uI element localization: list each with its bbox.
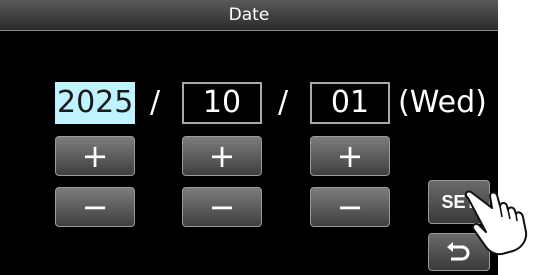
date-separator: / xyxy=(150,85,161,120)
screen-title: Date xyxy=(0,0,498,31)
year-field[interactable]: 2025 xyxy=(55,82,135,124)
month-field[interactable]: 10 xyxy=(182,82,262,124)
year-increment-button[interactable]: + xyxy=(55,136,135,176)
month-increment-button[interactable]: + xyxy=(182,136,262,176)
year-decrement-button[interactable]: − xyxy=(55,187,135,227)
date-separator: / xyxy=(278,85,289,120)
day-decrement-button[interactable]: − xyxy=(310,187,390,227)
day-field[interactable]: 01 xyxy=(310,82,390,124)
tapping-hand-icon xyxy=(464,190,528,256)
date-setting-screen: Date 2025 / 10 / 01 (Wed) + + + − − − SE… xyxy=(0,0,498,275)
month-decrement-button[interactable]: − xyxy=(182,187,262,227)
day-increment-button[interactable]: + xyxy=(310,136,390,176)
weekday-label: (Wed) xyxy=(398,85,487,120)
